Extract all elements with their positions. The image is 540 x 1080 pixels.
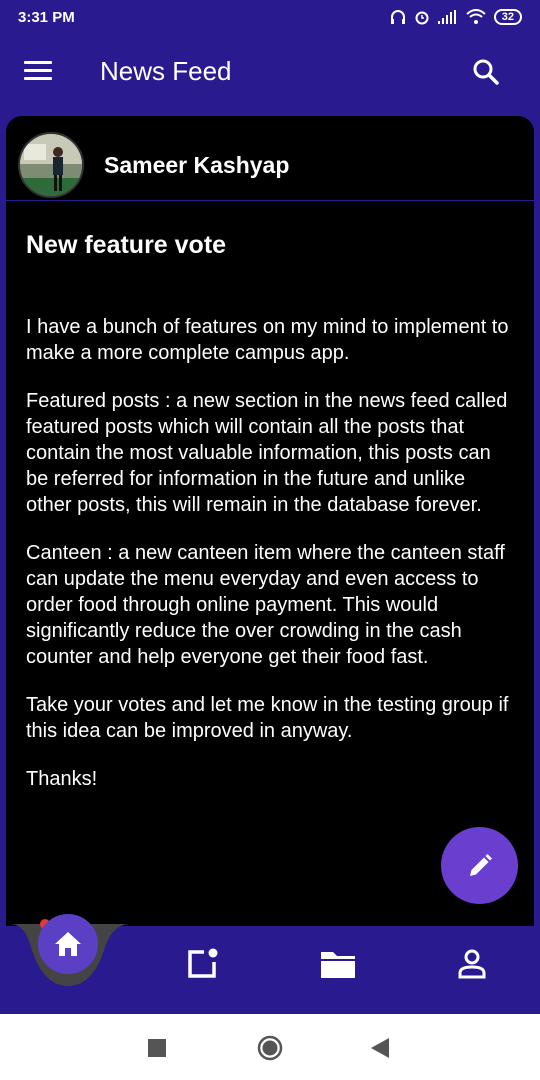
nav-profile-button[interactable] (450, 942, 494, 986)
back-triangle-icon (371, 1038, 389, 1058)
status-time: 3:31 PM (18, 8, 75, 26)
signal-icon (437, 10, 456, 24)
headphones-icon (390, 10, 405, 24)
circle-icon (257, 1035, 283, 1061)
alarm-icon (415, 11, 429, 25)
post-header: Sameer Kashyap (6, 116, 534, 201)
nav-home-button[interactable] (38, 914, 98, 974)
post-paragraph: Thanks! (26, 768, 98, 790)
square-icon (148, 1039, 166, 1057)
folder-icon (321, 952, 355, 978)
post-author[interactable]: Sameer Kashyap (104, 152, 289, 179)
system-navigation-bar (0, 1014, 540, 1080)
status-icons: 32 (390, 9, 522, 25)
person-icon (458, 949, 486, 979)
new-post-icon (188, 948, 218, 978)
app-title: News Feed (100, 56, 232, 86)
post-paragraph: Canteen : a new canteen item where the c… (26, 542, 505, 668)
status-bar: 3:31 PM 32 (0, 0, 540, 34)
home-icon (55, 932, 81, 956)
search-icon (473, 59, 499, 85)
wifi-icon (466, 9, 486, 24)
home-system-button[interactable] (257, 1035, 283, 1066)
post-paragraph: I have a bunch of features on my mind to… (26, 316, 509, 364)
post-card[interactable]: Sameer Kashyap New feature vote I have a… (6, 116, 534, 946)
menu-icon (24, 61, 52, 64)
menu-button[interactable] (24, 61, 52, 83)
avatar-photo-icon (20, 134, 82, 196)
nav-new-post-button[interactable] (180, 942, 224, 986)
avatar[interactable] (18, 132, 84, 198)
recents-button[interactable] (148, 1039, 166, 1062)
post-paragraph: Take your votes and let me know in the t… (26, 694, 509, 742)
search-button[interactable] (470, 56, 502, 88)
bottom-navigation (0, 914, 540, 1014)
post-body: I have a bunch of features on my mind to… (26, 314, 516, 814)
nav-folder-button[interactable] (316, 942, 360, 986)
compose-fab-button[interactable] (441, 827, 518, 904)
back-button[interactable] (371, 1038, 389, 1063)
post-paragraph: Featured posts : a new section in the ne… (26, 390, 508, 516)
app-bar: News Feed (0, 34, 540, 110)
pencil-icon (469, 853, 492, 876)
post-title: New feature vote (26, 231, 227, 259)
battery-indicator: 32 (493, 9, 522, 25)
